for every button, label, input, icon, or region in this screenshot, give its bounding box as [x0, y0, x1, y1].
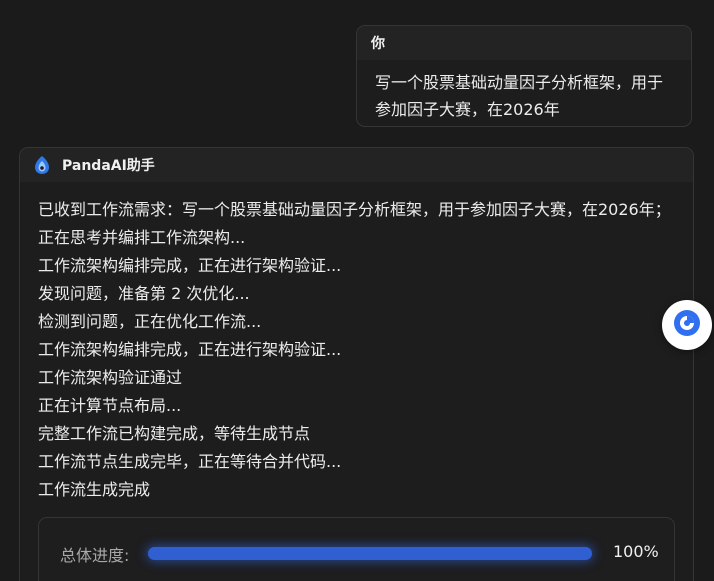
log-line: 已收到工作流需求：写一个股票基础动量因子分析框架，用于参加因子大赛，在2026年… [38, 200, 671, 247]
log-line: 工作流节点生成完毕，正在等待合并代码... [38, 452, 342, 471]
log-line: 工作流架构编排完成，正在进行架构验证... [38, 256, 342, 275]
progress-label: 总体进度: [60, 546, 130, 565]
assistant-chat-icon [672, 308, 702, 342]
assistant-message-card: PandaAI助手 已收到工作流需求：写一个股票基础动量因子分析框架，用于参加因… [19, 147, 694, 581]
assistant-float-button[interactable] [662, 300, 712, 350]
log-line: 工作流架构验证通过 [38, 368, 183, 387]
assistant-sender-name: PandaAI助手 [62, 158, 155, 174]
log-line: 工作流架构编排完成，正在进行架构验证... [38, 340, 342, 359]
log-line: 正在计算节点布局... [38, 396, 182, 415]
user-sender-name: 你 [371, 36, 385, 52]
progress-fill [148, 547, 592, 560]
progress-track [148, 547, 592, 560]
user-message-text: 写一个股票基础动量因子分析框架，用于参加因子大赛，在2026年 [375, 73, 664, 119]
assistant-message-header: PandaAI助手 [20, 148, 693, 182]
log-line: 完整工作流已构建完成，等待生成节点 [38, 424, 311, 443]
log-line: 发现问题，准备第 2 次优化... [38, 284, 250, 303]
panda-ai-logo-icon [32, 155, 52, 175]
log-line: 工作流生成完成 [38, 480, 151, 499]
overall-progress-panel: 总体进度: 100% [38, 517, 675, 581]
user-message-header: 你 [357, 26, 691, 60]
user-message-card: 你 写一个股票基础动量因子分析框架，用于参加因子大赛，在2026年 [356, 25, 692, 127]
progress-value: 100% [613, 542, 659, 561]
log-line: 检测到问题，正在优化工作流... [38, 312, 262, 331]
workflow-log: 已收到工作流需求：写一个股票基础动量因子分析框架，用于参加因子大赛，在2026年… [20, 182, 693, 504]
chat-view: 你 写一个股票基础动量因子分析框架，用于参加因子大赛，在2026年 PandaA… [0, 0, 714, 581]
